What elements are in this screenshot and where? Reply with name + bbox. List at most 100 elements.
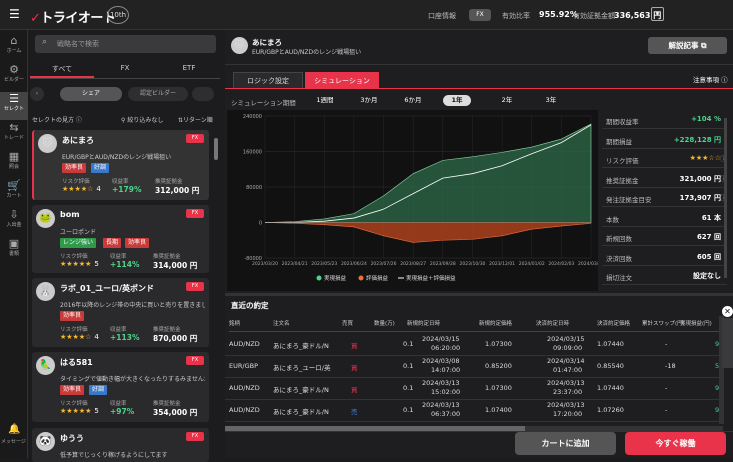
- chevron-down-icon[interactable]: ▾: [651, 7, 664, 21]
- period-2[interactable]: 6か月: [399, 95, 427, 106]
- fx-badge: FX: [186, 432, 204, 441]
- cell-name: あにまろ_豪ドル/N: [273, 386, 329, 394]
- nav-item-5[interactable]: 🛒 カート: [0, 179, 28, 207]
- nav-icon-3: ⇆: [9, 121, 19, 134]
- x-tick-label: 2023/06/24: [341, 261, 367, 267]
- list-scrollbar[interactable]: [214, 138, 218, 160]
- metric-label: 新規回数: [606, 235, 632, 243]
- cell-ct: 23:37:00: [553, 388, 583, 396]
- table-row[interactable]: AUD/NZD あにまろ_豪ドル/N 買 0.1 2024/03/15 06:20:00 1…: [225, 334, 723, 356]
- start-now-button[interactable]: 今すぐ稼働: [625, 432, 726, 455]
- cell-sw: -: [665, 406, 668, 414]
- tab-fx[interactable]: FX: [95, 64, 155, 72]
- period-3[interactable]: 1年: [443, 95, 471, 106]
- nav-item-7[interactable]: ▣ 書類: [0, 237, 28, 265]
- filter-button[interactable]: ⚲ 絞り込みなし: [121, 115, 163, 124]
- strategy-card[interactable]: 🦜 はる581 FX タイミングで値動き幅が大きくなったりするみませんが、 効率良 好調リ…: [32, 352, 209, 422]
- period-1[interactable]: 3か月: [355, 95, 383, 106]
- nav-item-0[interactable]: ⌂ ホーム: [0, 34, 28, 62]
- strategy-card[interactable]: 🐰 ラボ_01_ユーロ/英ポンド FX 2016年以降のレンジ帯の中央に買いと売りを置…: [32, 278, 209, 347]
- nav-label-5: カート: [6, 193, 22, 199]
- tab-logic-settings[interactable]: ロジック設定: [233, 72, 303, 88]
- risk-label: リスク評価: [60, 254, 88, 260]
- metric-label: 期間損益: [606, 137, 632, 146]
- nav-item-3[interactable]: ⇆ トレード: [0, 121, 28, 149]
- x-tick-label: 2023/05/23: [311, 261, 337, 267]
- return-value: +97%: [110, 407, 135, 416]
- search-box[interactable]: ⌕ 戦略名で検索: [35, 35, 216, 53]
- period-5[interactable]: 3年: [537, 95, 565, 106]
- chips-left-arrow[interactable]: ‹: [30, 87, 44, 101]
- metrics-scrollbar[interactable]: [724, 118, 727, 278]
- notice-link[interactable]: 注意事項 ⓘ: [693, 74, 728, 84]
- return-label: 収益率: [112, 179, 129, 185]
- tab-simulation[interactable]: シミュレーション: [305, 72, 379, 88]
- table-header: 新規約定価格: [479, 316, 536, 332]
- tab-divider: [30, 78, 220, 79]
- x-tick-label: 2023/04/21: [282, 261, 308, 267]
- nav-label-0: ホーム: [6, 48, 22, 54]
- message-bell-icon[interactable]: 🔔: [8, 424, 20, 435]
- metric-value: +104 %: [691, 115, 721, 123]
- avatar: 🐰: [36, 282, 55, 301]
- nav-item-4[interactable]: ▦ 照会: [0, 150, 28, 178]
- min-margin-label: 推奨証拠金: [153, 327, 181, 333]
- metric-value: 605 回: [696, 252, 721, 261]
- category-chips: ‹ シェア 認定ビルダー: [30, 87, 220, 103]
- nav-item-6[interactable]: ⇩ 入出金: [0, 208, 28, 236]
- table-row[interactable]: EUR/GBP あにまろ_ユーロ/英 買 0.1 2024/03/08 14:07:00 0…: [225, 356, 723, 378]
- sort-button[interactable]: ⇅リターン順: [178, 115, 213, 124]
- legend-marker-1: [358, 275, 364, 281]
- table-row[interactable]: AUD/NZDあにまろ_豪ドル/N買0.12024/02/012024/03/1…: [225, 422, 723, 424]
- return-value: +179%: [112, 185, 142, 194]
- account-mode-pill[interactable]: FX: [469, 9, 491, 21]
- strategy-card[interactable]: 🐼 ゆうう FX 低予算でじっくり稼げるようにしてます: [32, 428, 209, 462]
- tag: 効率良: [125, 238, 150, 248]
- metric-value: 61 本: [701, 213, 721, 222]
- simulation-chart: 240000 160000 80000 0 -80000 2023/03/20 2023/0…: [227, 110, 604, 291]
- add-to-cart-button[interactable]: カートに追加: [515, 432, 616, 455]
- card-name: ゆうう: [60, 434, 84, 443]
- cell-od: 2024/03/13: [422, 379, 460, 387]
- metric-value: 173,907 円: [679, 194, 721, 202]
- table-row[interactable]: AUD/NZD あにまろ_豪ドル/N 買 0.1 2024/03/13 15:02:00 1…: [225, 378, 723, 400]
- menu-icon[interactable]: ☰: [9, 7, 20, 21]
- legend-label: 実現損益＋評価損益: [406, 274, 456, 282]
- avatar: 🐱: [231, 37, 248, 54]
- x-tick-label: 2023/09/28: [430, 261, 456, 267]
- margin-label: 有効証拠金額: [573, 12, 615, 20]
- card-name: はる581: [60, 358, 93, 367]
- table-row[interactable]: AUD/NZD あにまろ_豪ドル/N 売 0.1 2024/03/13 06:37:00 1…: [225, 400, 723, 422]
- search-input[interactable]: 戦略名で検索: [57, 39, 99, 49]
- strategy-card[interactable]: 🐸 bom FX ユーロポンド レンジ強い 長期 効率良 リスク評価 ★★★★★ 5 収益率 +114…: [32, 205, 209, 273]
- legend-marker-0: [316, 275, 322, 281]
- tab-etf[interactable]: ETF: [159, 64, 219, 72]
- metrics-panel: 期間収益率+104 %期間損益+228,128 円リスク評価★★★☆☆ⓘ推奨証拠…: [602, 110, 727, 286]
- strategy-card[interactable]: 🐱 あにまろ FX EUR/GBPとAUD/NZDのレンジ戦場狙い 効率良 好調 リスク評価…: [32, 130, 209, 200]
- chip-certified-builder[interactable]: 認定ビルダー: [128, 87, 188, 101]
- nav-icon-7: ▣: [8, 237, 20, 250]
- min-margin-value: 314,000 円: [153, 261, 198, 270]
- list-controls: セレクトの見方 ⓘ ⚲ 絞り込みなし ⇅リターン順: [32, 115, 222, 124]
- card-tags: 効率良 好調: [60, 385, 205, 395]
- view-guide-link[interactable]: セレクトの見方 ⓘ: [32, 117, 82, 124]
- cell-name: あにまろ_豪ドル/N: [273, 342, 329, 350]
- nav-icon-2: ☰: [9, 92, 19, 105]
- chip-share[interactable]: シェア: [60, 87, 122, 101]
- tab-all[interactable]: すべて: [32, 64, 92, 74]
- chip-more[interactable]: [192, 87, 214, 101]
- period-4[interactable]: 2年: [493, 95, 521, 106]
- risk-value: 5: [94, 407, 99, 415]
- close-icon[interactable]: ✕: [722, 306, 733, 317]
- side-nav: ⌂ ホーム ⚙ ビルダー ☰ セレクト ⇆ トレード ▦ 照会 🛒 カート ⇩ 入出金 ▣ 書類: [0, 30, 28, 458]
- x-tick-label: 2024/02/03: [548, 261, 574, 267]
- nav-item-2[interactable]: ☰ セレクト: [0, 92, 28, 120]
- cell-sym: AUD/NZD: [229, 406, 260, 414]
- metric-row: 推奨証拠金321,000 円ⓘ: [602, 169, 727, 188]
- side-toolbar[interactable]: [722, 318, 733, 368]
- nav-item-1[interactable]: ⚙ ビルダー: [0, 63, 28, 91]
- cell-ct: 17:20:00: [553, 410, 583, 418]
- cell-sym: EUR/GBP: [229, 362, 258, 370]
- help-article-button[interactable]: 解説記事 ⧉: [648, 37, 727, 54]
- period-0[interactable]: 1週間: [311, 95, 339, 106]
